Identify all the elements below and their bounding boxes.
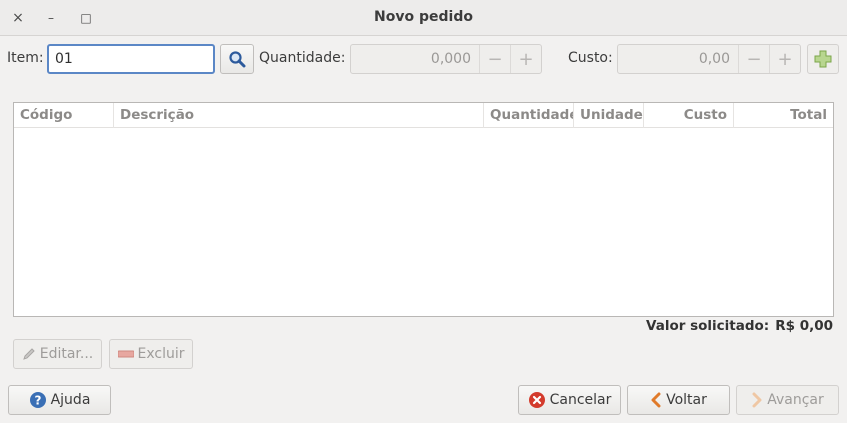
window-title: Novo pedido — [374, 9, 473, 25]
next-button-label: Avançar — [767, 392, 824, 408]
title-bar: × – □ Novo pedido — [0, 0, 847, 36]
requested-value-summary: Valor solicitado: R$ 0,00 — [640, 318, 833, 334]
add-item-button[interactable] — [807, 44, 839, 74]
quantity-decrement-button[interactable]: − — [479, 45, 510, 73]
help-icon: ? — [29, 392, 46, 408]
back-button[interactable]: Voltar — [627, 385, 730, 415]
cost-increment-button[interactable]: + — [769, 45, 800, 73]
quantity-label: Quantidade: — [259, 50, 346, 66]
cost-decrement-button[interactable]: − — [738, 45, 769, 73]
column-header-custo[interactable]: Custo — [644, 103, 734, 128]
plus-icon: + — [777, 48, 793, 70]
item-label: Item: — [7, 50, 44, 66]
minus-icon: − — [487, 48, 503, 70]
item-field[interactable] — [47, 44, 215, 74]
minus-icon: − — [746, 48, 762, 70]
items-table[interactable]: Código Descrição Quantidade Unidade Cust… — [13, 102, 834, 317]
item-input[interactable] — [49, 46, 213, 72]
quantity-stepper[interactable]: 0,000 − + — [350, 44, 542, 74]
pencil-icon — [22, 348, 35, 360]
search-icon — [229, 51, 246, 68]
plus-icon: + — [518, 48, 534, 70]
cost-label: Custo: — [568, 50, 613, 66]
column-header-descricao[interactable]: Descrição — [114, 103, 484, 128]
column-header-quantidade[interactable]: Quantidade — [484, 103, 574, 128]
edit-button-label: Editar... — [39, 346, 94, 362]
help-button-label: Ajuda — [50, 392, 91, 408]
quantity-increment-button[interactable]: + — [510, 45, 541, 73]
next-button[interactable]: Avançar — [736, 385, 839, 415]
cancel-icon — [528, 392, 545, 408]
delete-button-label: Excluir — [137, 346, 185, 362]
table-header: Código Descrição Quantidade Unidade Cust… — [14, 103, 833, 128]
chevron-right-icon — [752, 392, 762, 408]
requested-value-amount: R$ 0,00 — [775, 318, 833, 334]
svg-text:?: ? — [34, 394, 41, 408]
delete-button[interactable]: Excluir — [109, 339, 193, 369]
chevron-left-icon — [651, 392, 661, 408]
cost-stepper[interactable]: 0,00 − + — [617, 44, 801, 74]
quantity-value[interactable]: 0,000 — [351, 45, 479, 73]
help-button[interactable]: ? Ajuda — [8, 385, 111, 415]
plus-icon — [814, 50, 832, 68]
column-header-unidade[interactable]: Unidade — [574, 103, 644, 128]
column-header-total[interactable]: Total — [734, 103, 833, 128]
edit-button[interactable]: Editar... — [13, 339, 102, 369]
requested-value-label: Valor solicitado: — [646, 318, 770, 334]
remove-icon — [117, 350, 134, 358]
cost-value[interactable]: 0,00 — [618, 45, 738, 73]
cancel-button-label: Cancelar — [549, 392, 612, 408]
cancel-button[interactable]: Cancelar — [518, 385, 621, 415]
back-button-label: Voltar — [666, 392, 707, 408]
search-button[interactable] — [220, 44, 254, 74]
column-header-codigo[interactable]: Código — [14, 103, 114, 128]
